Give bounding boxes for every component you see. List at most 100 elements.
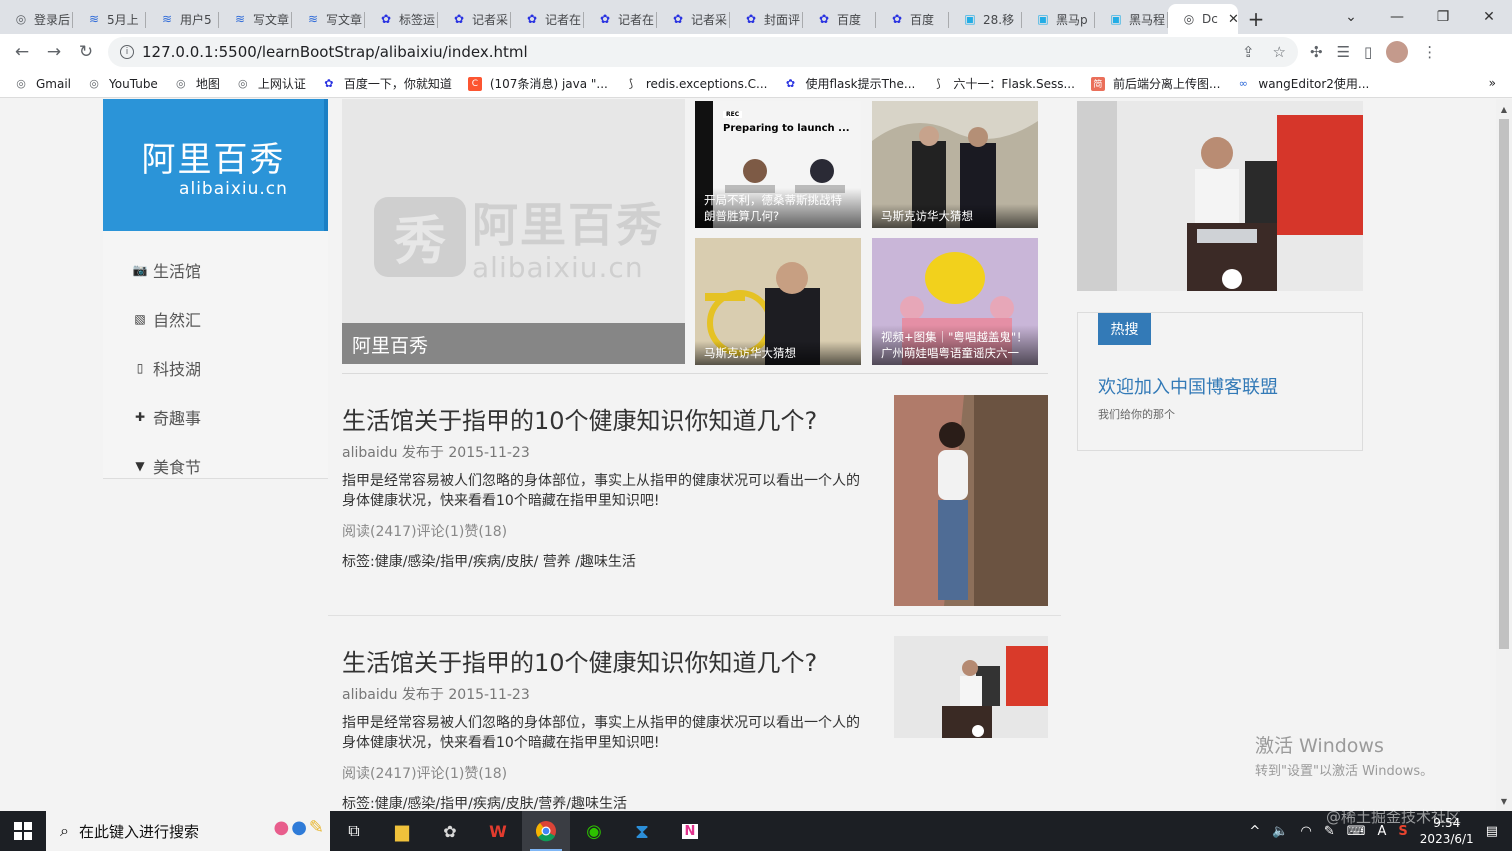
bookmark-label: 地图 — [195, 77, 220, 91]
file-explorer-icon[interactable]: ▆ — [378, 811, 426, 851]
aside-photo — [1077, 101, 1363, 291]
network-icon[interactable]: ◠ — [1301, 824, 1312, 839]
news-thumb-2[interactable]: 马斯克访华大猜想 — [872, 101, 1038, 228]
bookmark-item[interactable]: ✿ 使用flask提示The... — [783, 75, 916, 92]
browser-tab[interactable]: ✿ 记者在 — [511, 4, 584, 34]
browser-tab[interactable]: ✿ 百度 — [803, 4, 876, 34]
browser-tab[interactable]: ✿ 封面评 — [730, 4, 803, 34]
profile-avatar[interactable] — [1386, 41, 1409, 63]
bookmarks-more-icon[interactable]: » — [1489, 76, 1496, 90]
tab-search-chevron-icon[interactable]: ⌄ — [1328, 0, 1374, 34]
browser-tab[interactable]: ▣ 黑马p — [1022, 4, 1095, 34]
aside-featured-image[interactable] — [1077, 101, 1363, 291]
restore-button[interactable]: ❐ — [1420, 0, 1466, 34]
chrome-icon[interactable] — [522, 811, 570, 851]
bookmark-item[interactable]: ◎ 上网认证 — [236, 75, 306, 92]
browser-tab[interactable]: ▣ 28.移 — [949, 4, 1022, 34]
news-thumb-3[interactable]: 马斯克访华大猜想 — [695, 238, 861, 365]
bookmark-item[interactable]: C (107条消息) java "... — [467, 75, 608, 92]
news-thumb-1[interactable]: REC Preparing to launch ... 开局不利，德桑蒂斯挑战特… — [695, 101, 861, 228]
browser-tab[interactable]: ≋ 写文章 — [292, 4, 365, 34]
share-icon[interactable]: ⇪ — [1242, 43, 1255, 61]
nav-item[interactable]: ✚ 奇趣事 — [103, 392, 328, 441]
bookmark-item[interactable]: ◎ YouTube — [87, 77, 158, 91]
article-image[interactable] — [894, 636, 1048, 738]
wechat-icon[interactable]: ◉ — [570, 811, 618, 851]
bookmark-item[interactable]: ◎ 地图 — [174, 75, 220, 92]
nav-item[interactable]: 📷 生活馆 — [103, 245, 328, 294]
extensions-puzzle-icon[interactable]: ✣ — [1310, 43, 1323, 61]
start-button[interactable] — [0, 811, 46, 851]
vscode-icon[interactable]: ⧗ — [618, 811, 666, 851]
forward-button[interactable]: → — [38, 36, 70, 68]
volume-icon[interactable]: 🔈 — [1272, 824, 1288, 839]
windows-activation-watermark: 激活 Windows 转到"设置"以激活 Windows。 — [1255, 731, 1433, 779]
back-button[interactable]: ← — [6, 36, 38, 68]
site-info-icon[interactable]: i — [120, 45, 134, 59]
article-title[interactable]: 生活馆关于指甲的10个健康知识你知道几个? — [342, 643, 817, 678]
scroll-down-icon[interactable]: ▼ — [1496, 793, 1512, 809]
clock-date: 2023/6/1 — [1419, 832, 1474, 846]
browser-tab[interactable]: ✿ 记者在 — [584, 4, 657, 34]
browser-tab[interactable]: ≋ 5月上 — [73, 4, 146, 34]
baidu-icon: ✿ — [745, 12, 757, 26]
browser-tab[interactable]: ✿ 记者采 — [438, 4, 511, 34]
side-panel-icon[interactable]: ▯ — [1364, 43, 1372, 61]
minimize-button[interactable]: — — [1374, 0, 1420, 34]
tab-close-icon[interactable]: ✕ — [1228, 12, 1238, 27]
scroll-up-icon[interactable]: ▲ — [1496, 101, 1512, 117]
tray-chevron-icon[interactable]: ^ — [1249, 824, 1260, 839]
browser-tab[interactable]: ✿ 记者采 — [657, 4, 730, 34]
browser-tab[interactable]: ▣ 黑马程 — [1095, 4, 1168, 34]
close-window-button[interactable]: ✕ — [1466, 0, 1512, 34]
article-title[interactable]: 生活馆关于指甲的10个健康知识你知道几个? — [342, 401, 817, 436]
bookmark-list: ◎ Gmail ◎ YouTube ◎ 地图 ◎ 上网认证 ✿ 百度一下，你就知道 C (107条消息… — [14, 75, 1385, 92]
news-thumb-4[interactable]: 视频+图集｜"粤唱越盖鬼"！广州萌娃唱粤语童谣庆六一 — [872, 238, 1038, 365]
activate-subtitle: 转到"设置"以激活 Windows。 — [1255, 764, 1434, 779]
tab-active[interactable]: ◎ Dc ✕ — [1168, 4, 1238, 34]
hero-carousel[interactable]: 秀 阿里百秀 alibaixiu.cn 阿里百秀 — [342, 99, 685, 364]
hot-search-link[interactable]: 欢迎加入中国博客联盟 — [1098, 373, 1278, 399]
page-scrollbar[interactable]: ▲ ▼ — [1496, 99, 1512, 811]
task-view-icon[interactable]: ⧉ — [330, 811, 378, 851]
bookmark-item[interactable]: ⟆ 六十一：Flask.Sess... — [931, 75, 1075, 92]
scroll-thumb[interactable] — [1499, 119, 1509, 649]
article-image[interactable] — [894, 395, 1048, 606]
browser-tab[interactable]: ◎ 登录后 — [0, 4, 73, 34]
site-logo[interactable]: 阿里百秀 alibaixiu.cn — [103, 99, 328, 231]
article-separator — [328, 615, 1061, 616]
bookmark-item[interactable]: ∞ wangEditor2使用... — [1236, 75, 1370, 92]
browser-tab[interactable]: ✿ 标签运 — [365, 4, 438, 34]
wps-icon[interactable]: W — [474, 811, 522, 851]
browser-tab[interactable]: ≋ 写文章 — [219, 4, 292, 34]
reading-list-icon[interactable]: ☰ — [1337, 43, 1350, 61]
hot-search-subtitle: 我们给你的那个 — [1098, 408, 1175, 421]
bookmark-label: 上网认证 — [257, 77, 306, 91]
browser-tab[interactable]: ≋ 用户5 — [146, 4, 219, 34]
new-tab-button[interactable]: + — [1238, 4, 1274, 34]
bookmark-label: YouTube — [109, 76, 158, 91]
nav-item-label: 奇趣事 — [153, 408, 202, 428]
baidu-icon: ✿ — [785, 77, 796, 90]
bookmark-item[interactable]: ✿ 百度一下，你就知道 — [322, 75, 452, 92]
bookmark-item[interactable]: 简前后端分离上传图... — [1090, 75, 1220, 92]
bookmark-item[interactable]: ⟆ redis.exceptions.C... — [624, 77, 768, 91]
nav-item[interactable]: ▯ 科技湖 — [103, 343, 328, 392]
bookmark-star-icon[interactable]: ☆ — [1273, 43, 1286, 61]
chrome-logo — [536, 821, 556, 842]
taskbar-search-box[interactable]: ⌕ 在此键入进行搜索 ● ● ✎ — [46, 811, 330, 851]
tab-label: 黑马程 — [1129, 12, 1166, 27]
notification-icon[interactable]: ▤ — [1486, 824, 1498, 839]
hbuilder-icon[interactable]: N — [666, 811, 714, 851]
category-nav: 📷 生活馆 ▧ 自然汇 ▯ 科技湖 ✚ 奇趣事 ▼ 美食节 — [103, 231, 328, 490]
nav-item[interactable]: ▧ 自然汇 — [103, 294, 328, 343]
address-bar[interactable]: i 127.0.0.1:5500/learnBootStrap/alibaixi… — [108, 37, 1298, 67]
nav-item[interactable]: ▼ 美食节 — [103, 441, 328, 490]
bookmark-item[interactable]: ◎ Gmail — [14, 77, 71, 91]
reload-button[interactable]: ↻ — [70, 36, 102, 68]
menu-kebab-icon[interactable]: ⋮ — [1422, 43, 1437, 61]
browser-tab[interactable]: ✿ 百度 — [876, 4, 949, 34]
camera-icon: 📷 — [132, 262, 148, 277]
paint-app-icon[interactable]: ✿ — [426, 811, 474, 851]
bookmark-label: 使用flask提示The... — [805, 77, 916, 91]
